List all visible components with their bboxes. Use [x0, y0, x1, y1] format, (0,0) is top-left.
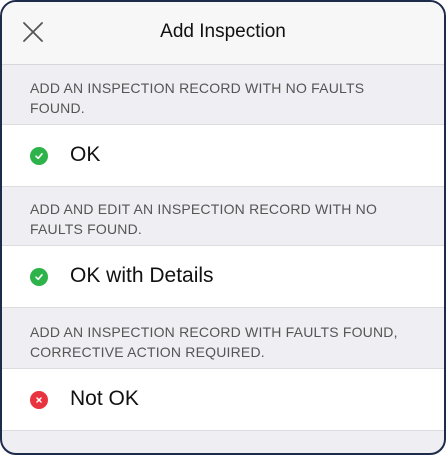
section-description-ok: ADD AN INSPECTION RECORD WITH NO FAULTS … [30, 80, 365, 116]
option-ok-with-details-label: OK with Details [70, 264, 214, 287]
modal-frame: Add Inspection ADD AN INSPECTION RECORD … [0, 0, 446, 455]
option-ok-with-details[interactable]: OK with Details [2, 245, 444, 308]
option-not-ok-label: Not OK [70, 387, 139, 410]
option-ok[interactable]: OK [2, 124, 444, 187]
check-icon [30, 268, 48, 286]
check-icon [30, 147, 48, 165]
option-ok-label: OK [70, 143, 101, 166]
section-description-not-ok: ADD AN INSPECTION RECORD WITH FAULTS FOU… [30, 324, 398, 360]
option-not-ok[interactable]: Not OK [2, 368, 444, 431]
header-bar: Add Inspection [2, 2, 444, 65]
section-description-ok-with-details: ADD AND EDIT AN INSPECTION RECORD WITH N… [30, 201, 378, 237]
page-title: Add Inspection [160, 21, 286, 42]
x-icon [30, 391, 48, 409]
